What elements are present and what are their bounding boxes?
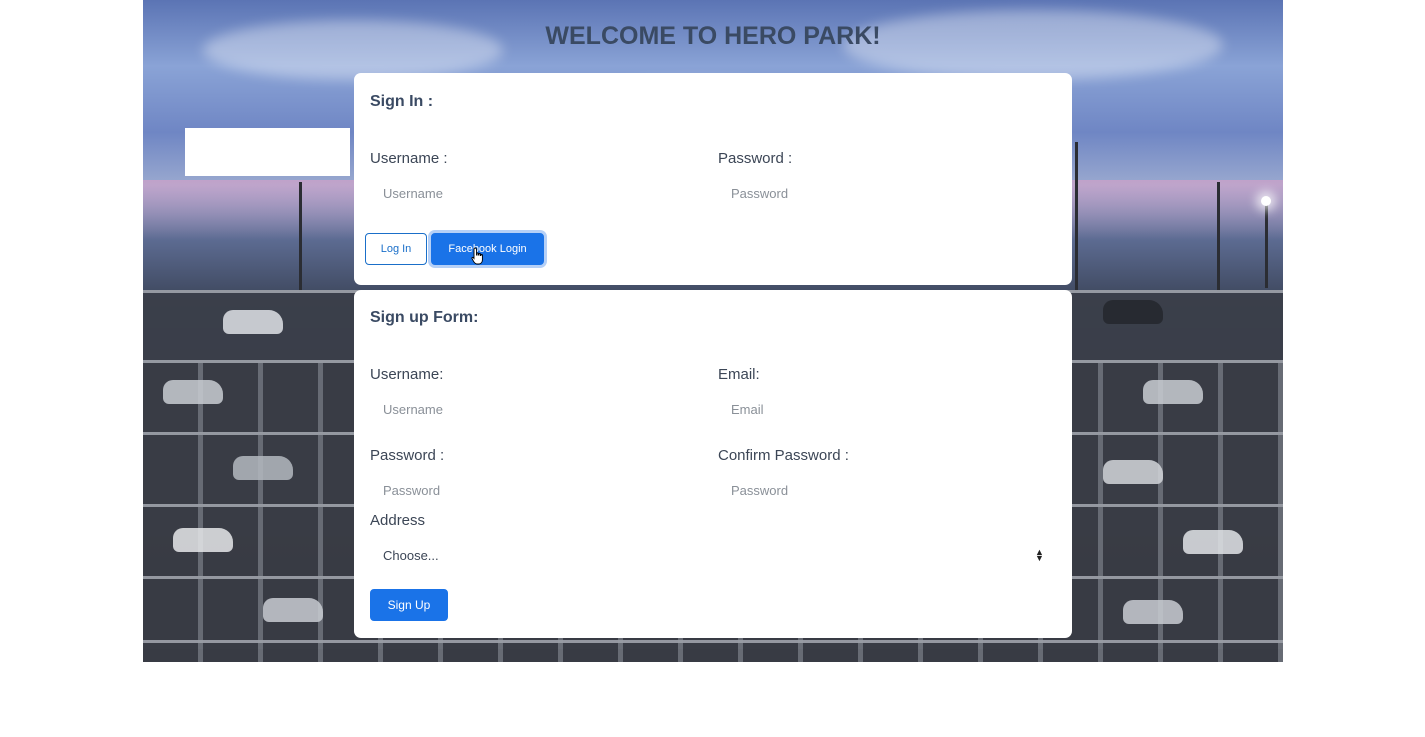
signup-username-input[interactable] [370, 393, 700, 425]
hand-pointer-icon [471, 247, 483, 265]
signup-confirm-password-input[interactable] [718, 474, 1056, 506]
address-select-value: Choose... [383, 548, 439, 563]
signin-username-label: Username : [370, 150, 448, 167]
signup-confirm-password-label: Confirm Password : [718, 447, 849, 464]
signup-username-label: Username: [370, 366, 444, 383]
signup-password-input[interactable] [370, 474, 700, 506]
page-title: WELCOME TO HERO PARK! [545, 22, 881, 50]
signup-password-label: Password : [370, 447, 445, 464]
select-arrows-icon: ▲ ▼ [1035, 547, 1044, 563]
address-label: Address [370, 512, 426, 529]
signup-title: Sign up Form: [370, 309, 479, 326]
signin-card: Sign In : Username : Password : Log In F… [354, 73, 1072, 285]
signin-username-input[interactable] [370, 177, 700, 209]
signin-password-label: Password : [718, 150, 793, 167]
login-button[interactable]: Log In [365, 233, 427, 265]
signup-email-label: Email: [718, 366, 760, 383]
facebook-login-button[interactable]: Facebook Login [431, 233, 544, 265]
signin-title: Sign In : [370, 93, 434, 110]
signin-password-input[interactable] [718, 177, 1056, 209]
signup-card: Sign up Form: Username: Email: Password … [354, 290, 1072, 638]
address-select[interactable]: Choose... ▲ ▼ [370, 539, 1056, 571]
signup-email-input[interactable] [718, 393, 1056, 425]
signup-button[interactable]: Sign Up [370, 589, 448, 621]
